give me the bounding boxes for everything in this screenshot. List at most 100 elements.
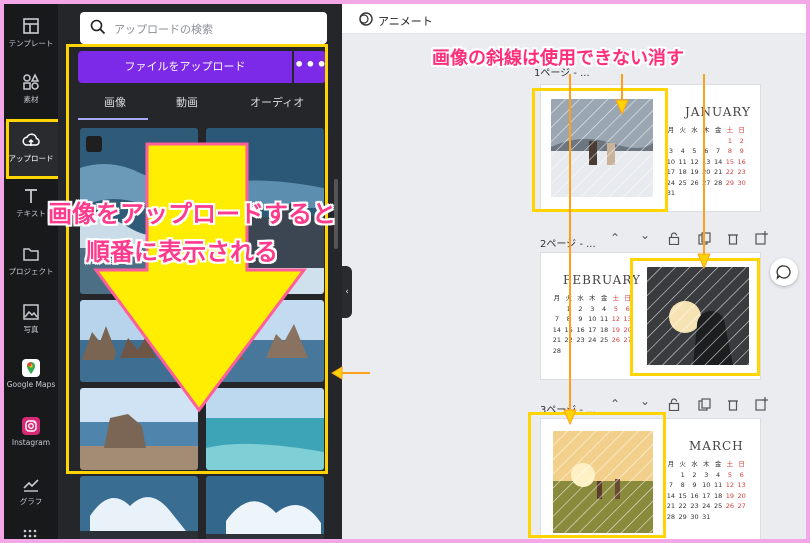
rail-item-label: 素材 [23,95,39,104]
calendar-cell: 9 [692,481,697,489]
rail-item-instagram[interactable]: Instagram [4,410,58,460]
calendar-cell: 木 [703,460,710,468]
uploaded-image-thumb[interactable] [80,476,198,539]
comment-add-icon [776,265,791,280]
calendar-cell: 10 [702,481,711,489]
calendar-grid-mar: 月火水木金土日 1 2 3 4 5 6 7 8 9 10 11 12 13 14 15 16 17 18 19 20 21… [665,459,748,522]
annotation-upload-line1: 画像をアップロードすると [48,200,336,228]
calendar-cell: 25 [713,502,723,510]
calendar-cell: 日 [738,460,745,468]
calendar-cell: 2 [692,470,697,479]
month-title: MARCH [689,439,744,453]
search-placeholder: アップロードの検索 [114,23,213,36]
calendar-cell: 19 [725,491,735,500]
apps-grid-icon[interactable] [23,529,37,539]
elements-icon [23,73,40,90]
animate-button[interactable]: アニメート [378,13,433,29]
calendar-cell: 1 [680,470,685,479]
calendar-cell: 15 [678,491,687,500]
calendar-cell: 8 [680,481,685,489]
text-icon [25,189,37,203]
down-arrow-annotation [93,142,307,413]
highlight-uploads [6,119,62,179]
rail-item-photos[interactable]: 写真 [4,296,58,346]
template-icon [23,18,39,34]
highlight-page3-photo [528,412,666,538]
rail-item-label: テンプレート [8,39,54,48]
rail-item-charts[interactable]: グラフ [4,468,58,518]
google-maps-icon [22,359,40,377]
calendar-row: 月火水木金土日 [665,459,748,470]
calendar-cell: 11 [713,481,723,489]
search-icon [90,19,106,35]
calendar-cell: 26 [725,502,735,510]
calendar-cell: 13 [737,481,746,489]
delete-icon[interactable] [727,232,739,245]
rail-item-projects[interactable]: プロジェクト [4,238,58,288]
calendar-cell: 21 [666,502,676,510]
wave-rocks-image [206,476,324,539]
calendar-cell: 12 [725,481,735,489]
calendar-cell: 23 [690,502,699,510]
calendar-cell: 17 [702,491,711,500]
calendar-row: 28 29 30 31 [665,512,748,523]
calendar-cell: 18 [713,491,723,500]
left-rail: テンプレート 素材 アップロード テキスト プロジェクト 写真 Google M… [4,4,58,539]
calendar-cell: 22 [678,502,687,510]
calendar-cell: 22 [725,168,735,176]
left-arrow-annotation [331,366,370,380]
editor-topbar: アニメート [342,4,806,34]
calendar-cell: 5 [727,470,732,479]
calendar-row: 14 15 16 17 18 19 20 [665,491,748,502]
rail-item-elements[interactable]: 素材 [4,66,58,116]
delete-icon[interactable] [727,398,739,411]
calendar-cell: 23 [737,168,746,176]
calendar-cell: 29 [678,512,687,521]
calendar-cell: 24 [702,502,711,510]
calendar-cell: 6 [739,470,744,479]
search-input[interactable]: アップロードの検索 [80,12,327,44]
calendar-cell: 1 [727,136,732,145]
calendar-cell: 水 [691,460,698,468]
calendar-cell: 日 [738,126,745,134]
app-window: テンプレート 素材 アップロード テキスト プロジェクト 写真 Google M… [4,4,806,539]
calendar-row: 123456 [665,470,748,481]
calendar-cell: 土 [726,460,734,468]
calendar-cell: 16 [737,157,746,166]
calendar-row: 21 22 23 24 25 26 27 [665,501,748,512]
pointer-arrows-annotation [563,74,711,426]
rail-item-label: Google Maps [6,380,56,389]
add-page-icon[interactable] [755,397,768,411]
calendar-row: 7 8 9 10 11 12 13 [665,480,748,491]
rail-item-label: Instagram [11,438,51,447]
calendar-cell: 3 [704,470,709,479]
rail-item-label: プロジェクト [8,267,54,276]
collapse-panel-button[interactable]: ‹ [342,266,352,318]
calendar-cell: 28 [666,512,676,521]
calendar-cell: 30 [737,178,746,187]
calendar-cell: 9 [739,147,744,155]
comment-button[interactable] [770,258,798,286]
calendar-cell: 土 [726,126,734,134]
calendar-cell: 7 [668,481,673,489]
calendar-cell: 8 [727,147,732,155]
calendar-cell: 金 [714,460,722,468]
calendar-cell: 30 [690,512,699,521]
calendar-cell: 2 [739,136,744,145]
photo-icon [23,304,39,320]
uploaded-image-thumb[interactable] [206,476,324,539]
rail-item-label: グラフ [19,497,43,506]
rail-item-templates[interactable]: テンプレート [4,10,58,60]
rail-item-google-maps[interactable]: Google Maps [4,352,58,402]
instagram-icon [22,417,40,435]
calendar-cell: 29 [725,178,735,187]
calendar-cell: 14 [666,491,676,500]
calendar-cell: 27 [737,502,746,510]
folder-icon [23,248,39,261]
calendar-cell: 火 [679,460,686,468]
add-page-icon[interactable] [755,231,768,245]
chart-icon [23,479,39,492]
rail-item-label: 写真 [23,325,39,334]
calendar-cell: 31 [702,512,711,521]
animate-icon[interactable] [358,11,374,27]
